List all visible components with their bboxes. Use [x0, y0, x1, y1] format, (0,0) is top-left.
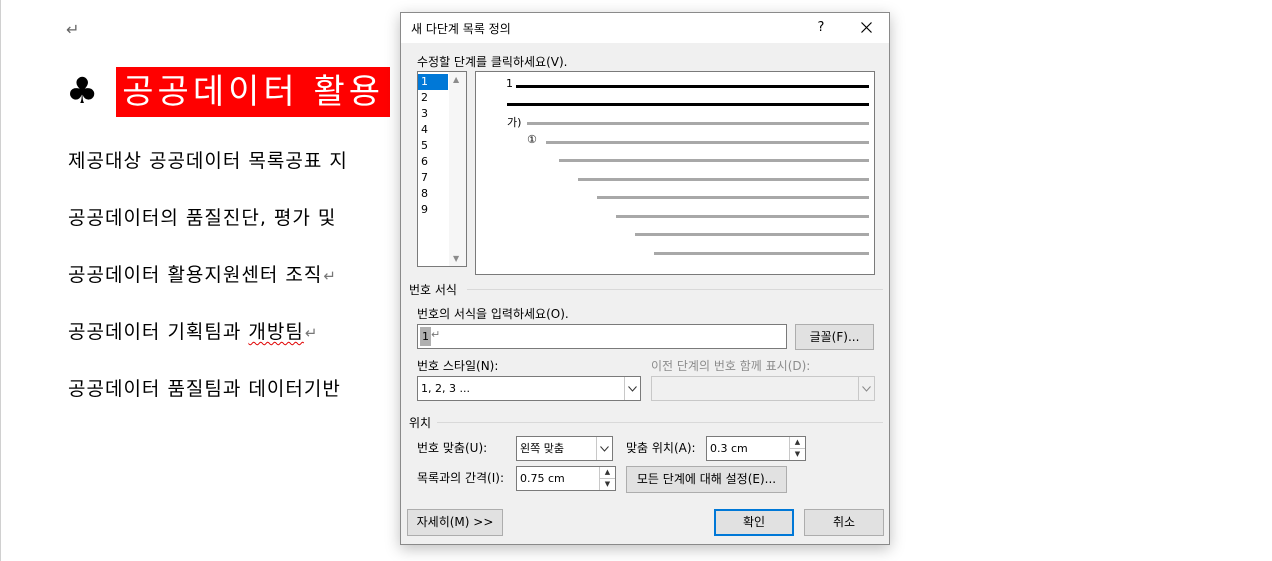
level-item[interactable]: 4: [418, 122, 448, 138]
level-listbox[interactable]: 1 2 3 4 5 6 7 8 9 ▲ ▼: [417, 71, 467, 267]
document-line[interactable]: 공공데이터 활용지원센터 조직↵: [68, 260, 337, 287]
help-button[interactable]: ?: [806, 17, 836, 39]
preview-line: [597, 196, 869, 199]
aligned-at-label: 맞춤 위치(A):: [626, 441, 696, 455]
alignment-select[interactable]: 왼쪽 맞춤: [516, 436, 613, 461]
paragraph-mark: ↵: [304, 324, 319, 342]
set-all-levels-button[interactable]: 모든 단계에 대해 설정(E)...: [626, 466, 787, 493]
preview-line: [616, 215, 869, 218]
level-item[interactable]: 9: [418, 202, 448, 218]
list-preview: 1 가) ①: [475, 71, 875, 275]
spin-up-icon[interactable]: ▲: [790, 437, 805, 449]
indent-label: 목록과의 간격(I):: [417, 471, 505, 485]
indent-value: 0.75 cm: [520, 472, 565, 485]
paragraph-mark: ↵: [323, 267, 337, 285]
level-item[interactable]: 2: [418, 90, 448, 106]
preview-level3-number: 가): [507, 116, 522, 129]
level-item[interactable]: 3: [418, 106, 448, 122]
spin-down-icon[interactable]: ▼: [600, 479, 615, 491]
preview-line: [559, 159, 869, 162]
spin-up-icon[interactable]: ▲: [600, 467, 615, 479]
line-text: 공공데이터 품질팀과 데이터기반: [68, 378, 341, 400]
include-level-select: [651, 376, 875, 401]
group-divider: [467, 289, 883, 290]
preview-level4-number: ①: [527, 133, 537, 146]
ok-button[interactable]: 확인: [714, 509, 794, 536]
font-button[interactable]: 글꼴(F)...: [795, 324, 874, 350]
document-line[interactable]: 제공대상 공공데이터 목록공표 지: [68, 146, 348, 173]
aligned-at-value: 0.3 cm: [710, 442, 748, 455]
level-item[interactable]: 6: [418, 154, 448, 170]
document-line[interactable]: 공공데이터 기획팀과 개방팀↵: [68, 317, 318, 344]
close-button[interactable]: [851, 17, 881, 39]
document-heading[interactable]: ♣ 공공데이터 활용: [66, 66, 391, 118]
preview-line: [654, 252, 869, 255]
document-line[interactable]: 공공데이터의 품질진단, 평가 및: [68, 203, 336, 230]
club-bullet-icon: ♣: [66, 71, 99, 112]
preview-line: [527, 122, 869, 125]
format-number-field: 1: [420, 327, 431, 346]
enter-format-label: 번호의 서식을 입력하세요(O).: [417, 307, 569, 321]
preview-line: [578, 178, 869, 181]
scroll-down-icon[interactable]: ▼: [453, 254, 459, 263]
chevron-down-icon: [858, 377, 874, 400]
line-text: 제공대상 공공데이터 목록공표 지: [68, 150, 348, 172]
dialog-titlebar[interactable]: 새 다단계 목록 정의 ?: [401, 13, 889, 43]
line-text: 공공데이터 기획팀과: [68, 321, 249, 343]
click-level-label: 수정할 단계를 클릭하세요(V).: [417, 55, 568, 69]
preview-line: [546, 141, 869, 144]
position-section-label: 위치: [409, 416, 432, 430]
level-item[interactable]: 8: [418, 186, 448, 202]
more-button[interactable]: 자세히(M) >>: [407, 509, 503, 536]
define-multilevel-list-dialog: 새 다단계 목록 정의 ? 수정할 단계를 클릭하세요(V). 1 2 3 4 …: [400, 12, 890, 545]
number-style-select[interactable]: 1, 2, 3 ...: [417, 376, 641, 401]
chevron-down-icon[interactable]: [624, 377, 640, 400]
paragraph-mark: ↵: [431, 328, 441, 341]
alignment-value: 왼쪽 맞춤: [520, 442, 564, 455]
indent-input[interactable]: 0.75 cm ▲ ▼: [516, 466, 616, 491]
aligned-at-input[interactable]: 0.3 cm ▲ ▼: [706, 436, 806, 461]
spin-down-icon[interactable]: ▼: [790, 449, 805, 461]
preview-line-level1: [516, 85, 869, 88]
dialog-title: 새 다단계 목록 정의: [411, 22, 511, 36]
page-edge: [0, 0, 1, 561]
indent-spinner[interactable]: ▲ ▼: [599, 467, 615, 490]
line-text: 공공데이터 활용지원센터 조직: [68, 264, 323, 286]
level-item[interactable]: 5: [418, 138, 448, 154]
number-style-value: 1, 2, 3 ...: [421, 382, 470, 395]
preview-level1-number: 1: [506, 77, 513, 90]
preview-line-level1-wrap: [507, 103, 869, 106]
level-list-scrollbar[interactable]: ▲ ▼: [449, 72, 466, 266]
include-level-label: 이전 단계의 번호 함께 표시(D):: [651, 359, 811, 373]
close-icon: [860, 22, 872, 33]
paragraph-mark: ↵: [66, 20, 80, 39]
heading-text: 공공데이터 활용: [116, 67, 391, 117]
document-line[interactable]: 공공데이터 품질팀과 데이터기반: [68, 374, 341, 401]
number-format-input[interactable]: 1 ↵: [417, 324, 787, 349]
chevron-down-icon[interactable]: [596, 437, 612, 460]
level-item[interactable]: 7: [418, 170, 448, 186]
level-item[interactable]: 1: [418, 74, 448, 90]
line-text: 공공데이터의 품질진단, 평가 및: [68, 207, 337, 229]
alignment-label: 번호 맞춤(U):: [417, 441, 488, 455]
group-divider: [437, 422, 883, 423]
spelling-error-word[interactable]: 개방팀: [248, 321, 303, 343]
cancel-button[interactable]: 취소: [804, 509, 884, 536]
number-format-section-label: 번호 서식: [409, 283, 457, 297]
number-style-label: 번호 스타일(N):: [417, 359, 499, 373]
aligned-at-spinner[interactable]: ▲ ▼: [789, 437, 805, 460]
scroll-up-icon[interactable]: ▲: [453, 75, 459, 84]
preview-line: [635, 233, 869, 236]
